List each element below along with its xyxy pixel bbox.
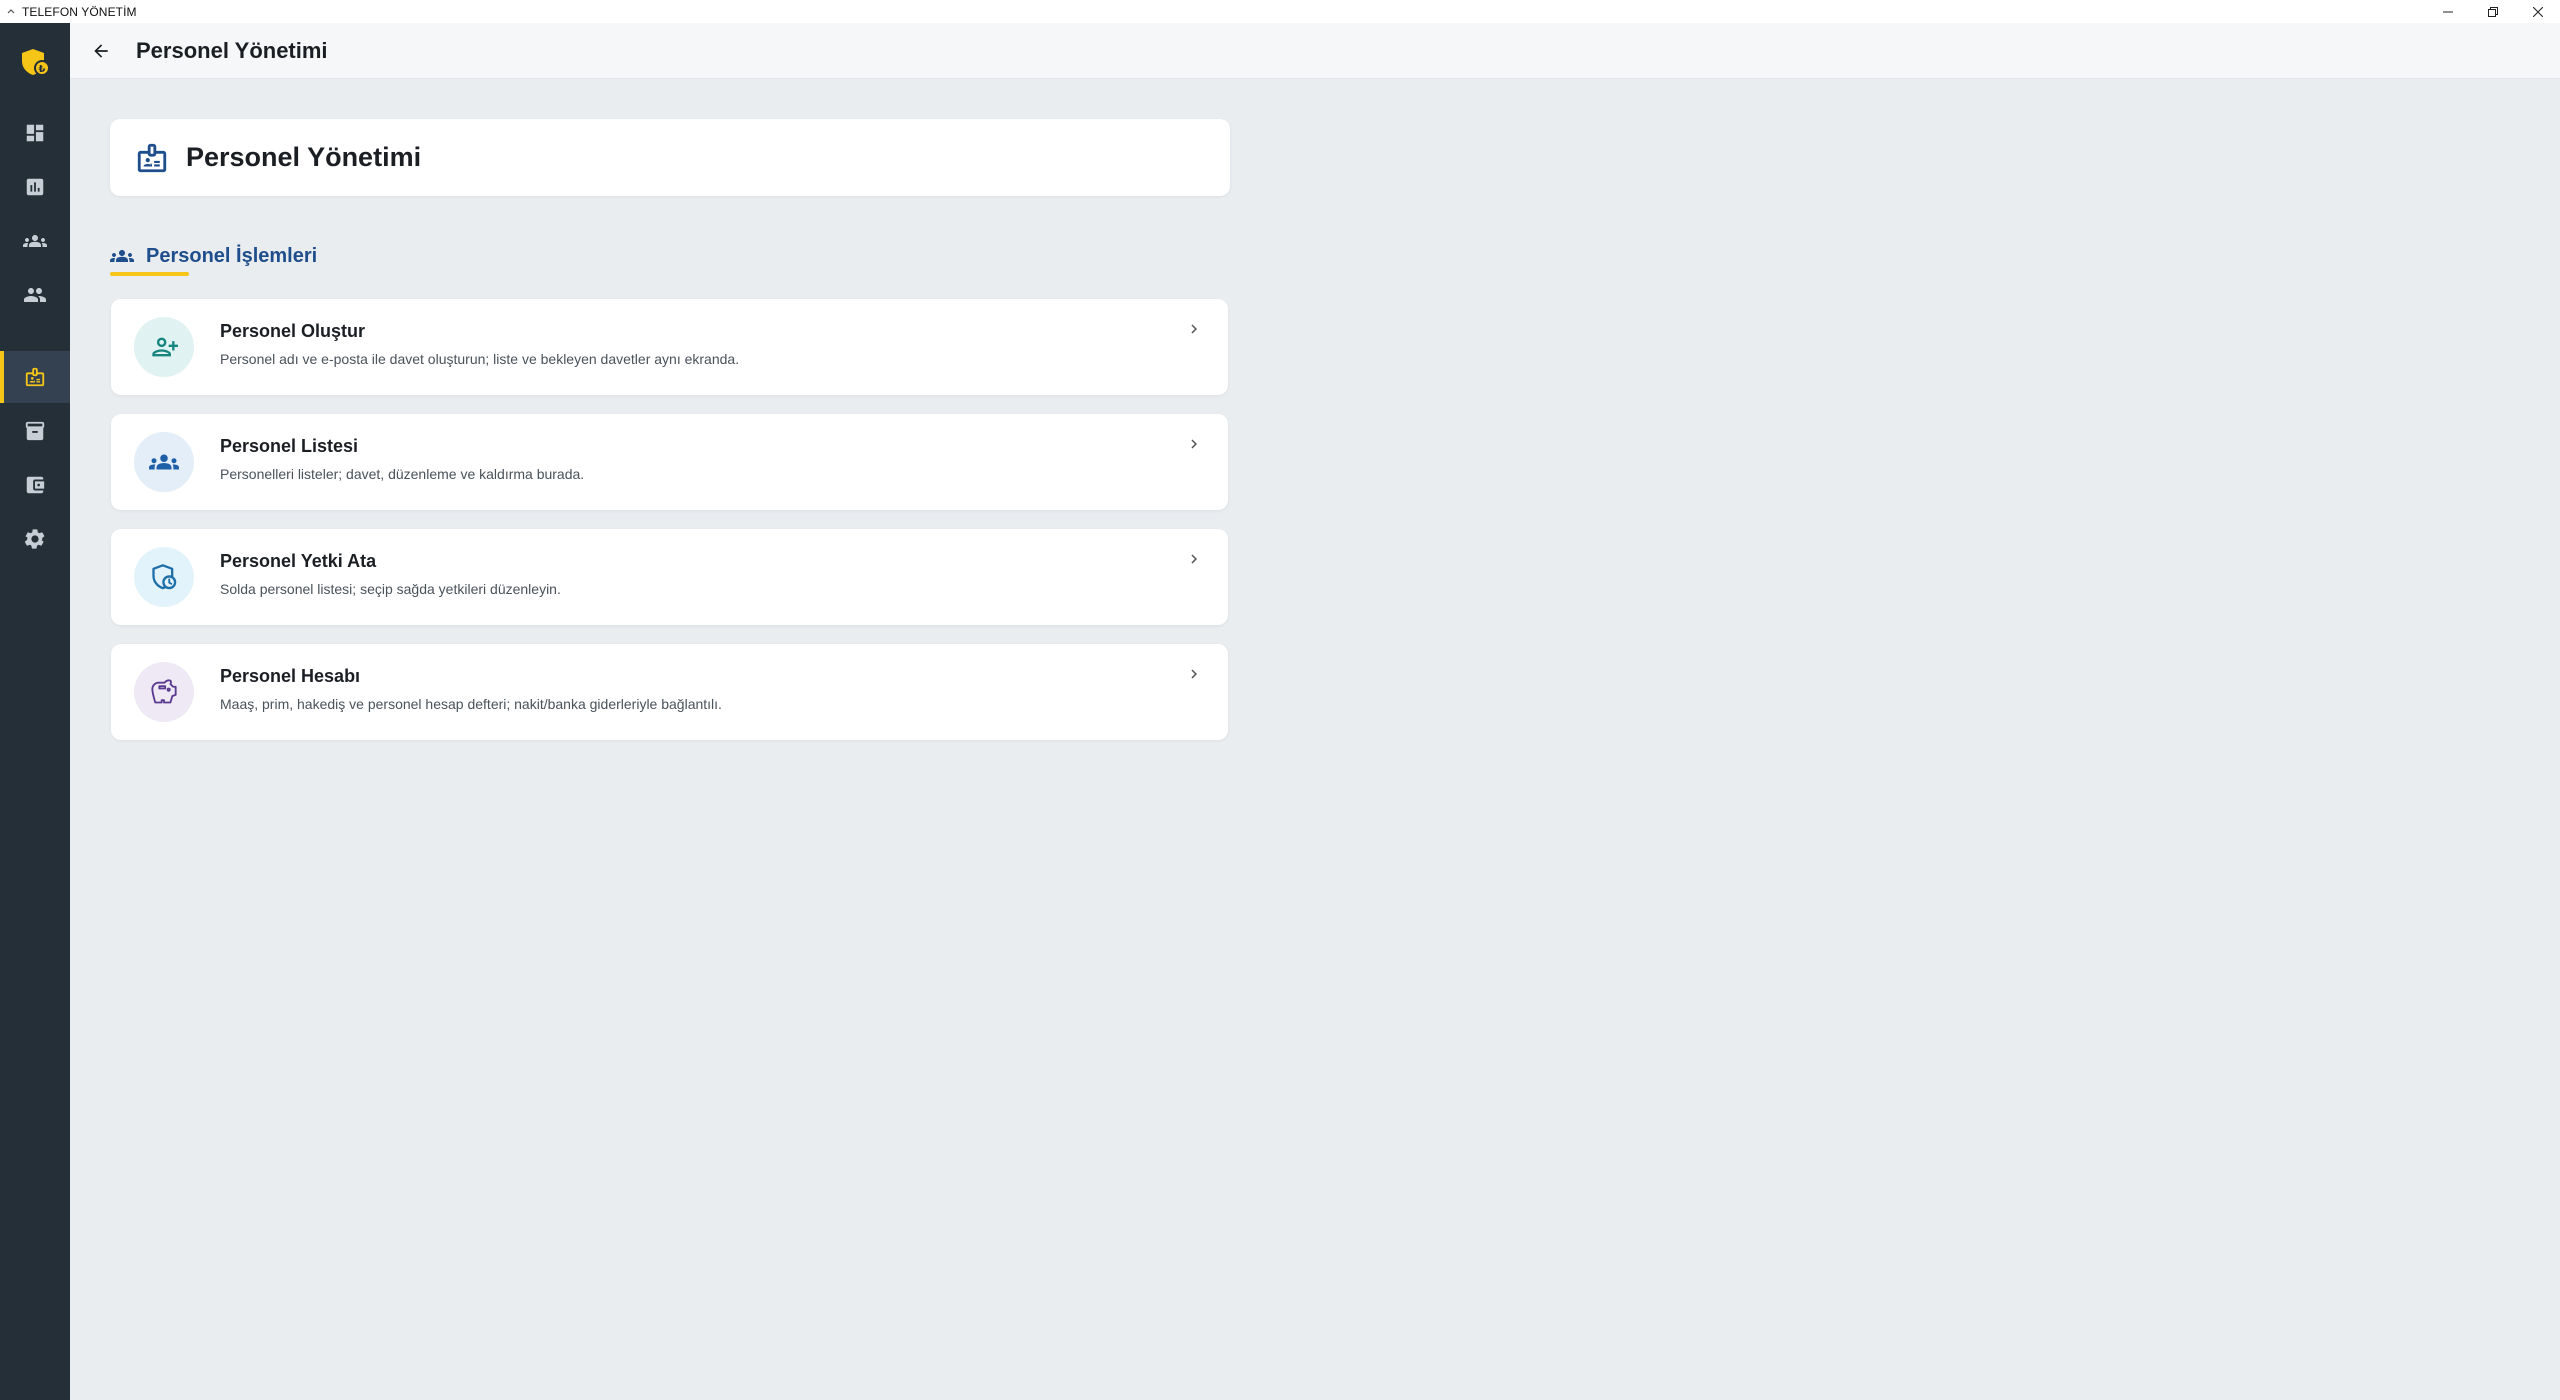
- card-description: Solda personel listesi; seçip sağda yetk…: [220, 581, 561, 597]
- arrow-back-icon: [94, 43, 108, 58]
- page-header: Personel Yönetimi: [70, 23, 2560, 79]
- window-title: TELEFON YÖNETİM: [22, 4, 137, 19]
- app-icon: [6, 7, 16, 17]
- badge-icon: [25, 367, 45, 387]
- sidebar-rail: ₺: [0, 23, 70, 1400]
- back-button[interactable]: [79, 29, 123, 73]
- sidebar-item-personnel[interactable]: [0, 351, 70, 403]
- minimize-button[interactable]: [2425, 0, 2470, 23]
- groups-icon: [110, 244, 134, 268]
- sidebar-item-groups[interactable]: [0, 215, 70, 267]
- card-personnel-list[interactable]: Personel Listesi Personelleri listeler; …: [111, 414, 1228, 510]
- sidebar-item-dashboard[interactable]: [0, 107, 70, 159]
- shield-clock-icon: [134, 547, 194, 607]
- badge-icon: [135, 141, 169, 175]
- tab-personnel-operations[interactable]: Personel İşlemleri: [110, 236, 317, 276]
- groups-icon: [134, 432, 194, 492]
- inventory-icon: [25, 421, 45, 441]
- chevron-right-icon: [1184, 434, 1204, 454]
- card-description: Personelleri listeler; davet, düzenleme …: [220, 466, 585, 482]
- card-description: Maaş, prim, hakediş ve personel hesap de…: [220, 696, 722, 712]
- wallet-icon: [26, 476, 45, 494]
- title-card: Personel Yönetimi: [110, 119, 1230, 196]
- card-create-personnel[interactable]: Personel Oluştur Personel adı ve e-posta…: [111, 299, 1228, 395]
- card-title: Personel Oluştur: [220, 321, 366, 341]
- close-button[interactable]: [2515, 0, 2560, 23]
- settings-icon: [24, 529, 45, 549]
- title-card-heading: Personel Yönetimi: [186, 142, 422, 172]
- chevron-right-icon: [1184, 549, 1204, 569]
- chevron-right-icon: [1184, 664, 1204, 684]
- savings-icon: [134, 662, 194, 722]
- window-controls: [2425, 0, 2560, 23]
- tab-active-indicator: [110, 272, 189, 276]
- card-title: Personel Listesi: [220, 436, 359, 456]
- card-title: Personel Yetki Ata: [220, 551, 377, 571]
- person-add-icon: [134, 317, 194, 377]
- sidebar-item-archive[interactable]: [0, 405, 70, 457]
- sidebar-item-wallet[interactable]: [0, 459, 70, 511]
- window-titlebar: TELEFON YÖNETİM: [0, 0, 2560, 23]
- bar-chart-icon: [26, 178, 44, 196]
- sidebar-item-people[interactable]: [0, 269, 70, 321]
- app-logo-icon: ₺: [19, 46, 51, 78]
- svg-text:₺: ₺: [39, 64, 46, 75]
- card-assign-permissions[interactable]: Personel Yetki Ata Solda personel listes…: [111, 529, 1228, 625]
- tab-label: Personel İşlemleri: [146, 244, 318, 267]
- dashboard-icon: [26, 124, 44, 142]
- card-title: Personel Hesabı: [220, 666, 361, 686]
- sidebar-item-settings[interactable]: [0, 513, 70, 565]
- restore-icon: [2487, 6, 2498, 17]
- chevron-right-icon: [1184, 319, 1204, 339]
- sidebar-item-reports[interactable]: [0, 161, 70, 213]
- people-icon: [24, 288, 46, 302]
- groups-icon: [23, 235, 47, 247]
- page-title: Personel Yönetimi: [136, 37, 328, 63]
- minimize-icon: [2442, 11, 2453, 12]
- restore-button[interactable]: [2470, 0, 2515, 23]
- card-personnel-account[interactable]: Personel Hesabı Maaş, prim, hakediş ve p…: [111, 644, 1228, 740]
- close-icon: [2532, 6, 2543, 17]
- card-description: Personel adı ve e-posta ile davet oluştu…: [220, 351, 740, 367]
